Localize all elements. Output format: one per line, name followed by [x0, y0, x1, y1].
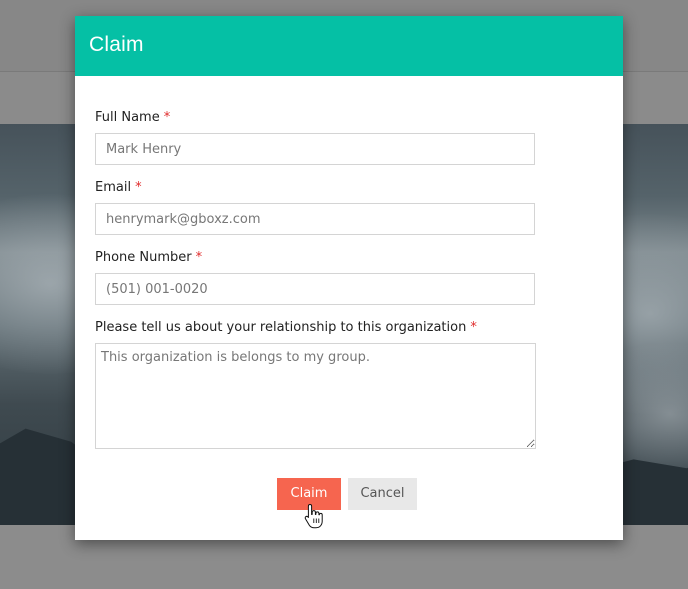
required-marker: *: [163, 110, 171, 125]
phone-number-input[interactable]: [95, 273, 535, 305]
full-name-input[interactable]: [95, 133, 535, 165]
required-marker: *: [135, 180, 142, 195]
relationship-textarea[interactable]: This organization is belongs to my group…: [95, 343, 536, 449]
phone-number-label: Phone Number *: [95, 250, 203, 265]
required-marker: *: [470, 320, 477, 335]
modal-title: Claim: [89, 33, 144, 56]
hand-pointer-icon: [304, 504, 323, 529]
email-input[interactable]: [95, 203, 535, 235]
claim-modal: Claim Full Name* Email* Phone Number* Pl…: [75, 16, 623, 540]
email-label: Email *: [95, 180, 142, 195]
cancel-button[interactable]: Cancel: [348, 478, 417, 510]
modal-header: Claim: [75, 16, 623, 76]
relationship-label: Please tell us about your relationship t…: [95, 320, 477, 335]
full-name-label: Full Name *: [95, 110, 171, 125]
required-marker: *: [195, 250, 203, 265]
